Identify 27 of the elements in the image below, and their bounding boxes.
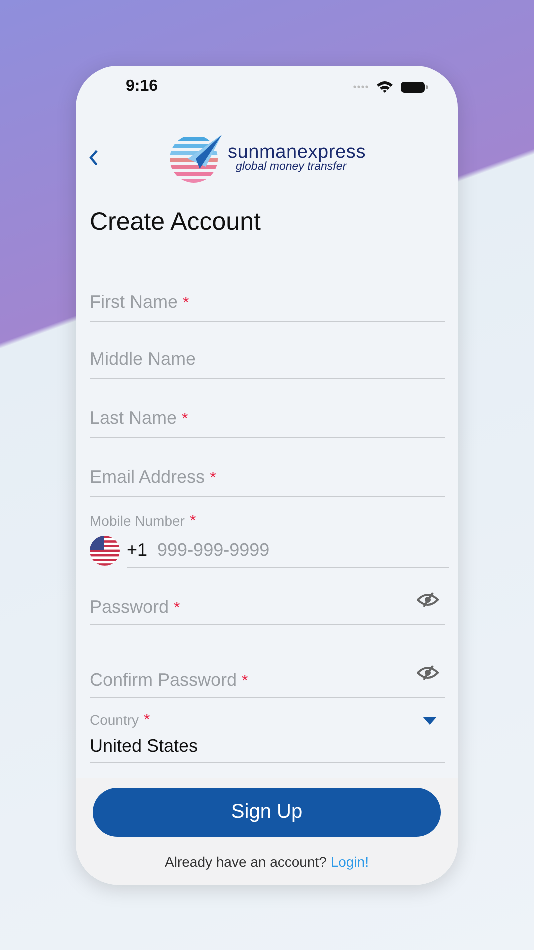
field-label: Country * [90,712,150,730]
name-field-placeholder[interactable]: Email Address * [90,466,216,488]
dropdown-caret-icon[interactable] [423,717,437,725]
password-field-placeholder[interactable]: Password * [90,596,180,618]
field-label: Mobile Number * [90,513,198,531]
country-select[interactable]: United States [90,736,198,756]
sign-up-button[interactable]: Sign Up [93,788,441,837]
login-prompt: Already have an account? Login! [165,854,369,870]
phone-field-placeholder[interactable]: 999-999-9999 [158,540,270,560]
signal-icon [353,85,369,89]
logo-icon [170,133,222,183]
wifi-icon [377,81,393,93]
country-code[interactable]: +1 [127,540,148,560]
login-link[interactable]: Login! [330,854,369,870]
eye-slash-icon[interactable] [417,665,439,681]
flag-icon[interactable] [90,536,120,566]
page-title: Create Account [90,208,262,237]
brand-tagline: global money transfer [236,162,347,174]
password-field-placeholder[interactable]: Confirm Password * [90,670,248,690]
name-field-placeholder[interactable]: First Name * [90,292,190,312]
name-field-placeholder[interactable]: Last Name * [90,408,188,428]
eye-slash-icon[interactable] [417,592,439,608]
brand-name: sunmanexpress [228,142,366,162]
status-time: 9:16 [126,78,158,96]
back-icon[interactable] [88,149,100,167]
battery-icon [401,82,428,92]
name-field-placeholder[interactable]: Middle Name [90,348,196,370]
